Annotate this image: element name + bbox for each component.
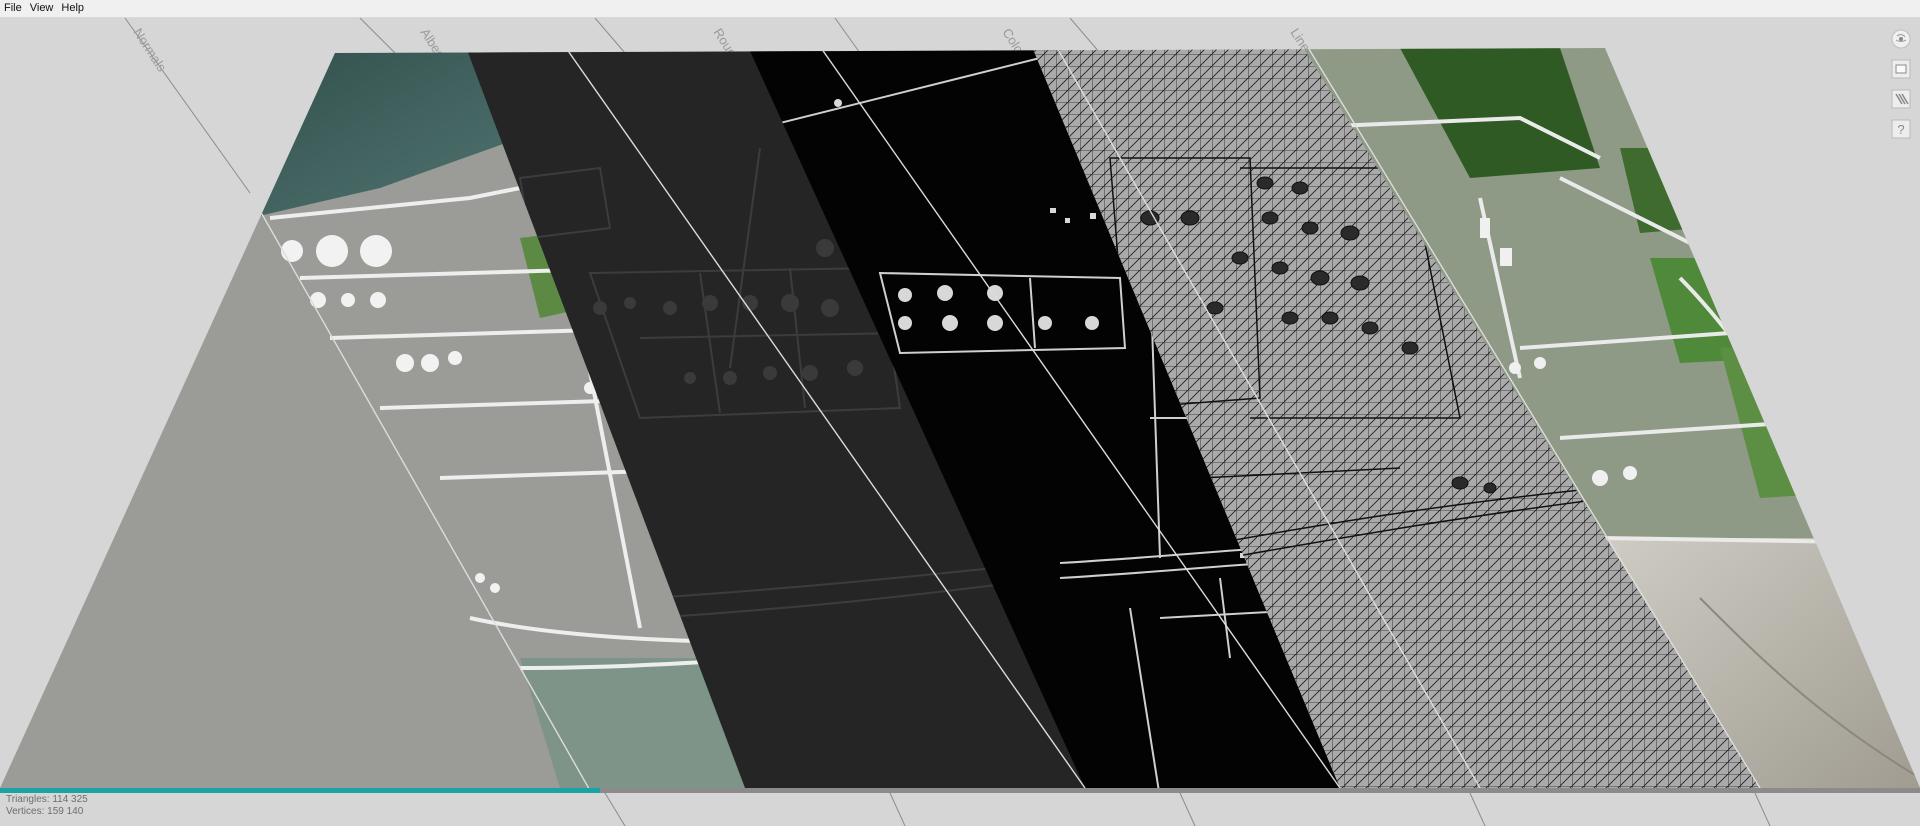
vertices-count: Vertices: 159 140 [6, 806, 84, 817]
globe-icon [1891, 29, 1911, 49]
lines-icon [1891, 89, 1911, 109]
menu-view[interactable]: View [26, 0, 58, 17]
triangles-count: Triangles: 114 325 [6, 794, 88, 805]
menu-bar: File View Help [0, 0, 1920, 18]
svg-text:?: ? [1897, 122, 1904, 137]
viewport-3d[interactable]: Normals Albedo Roughness Colors Lines [0, 18, 1920, 826]
lines-icon-button[interactable] [1890, 88, 1912, 110]
menu-file[interactable]: File [0, 0, 26, 17]
viewport-toolbar: ? [1890, 28, 1912, 140]
menu-help[interactable]: Help [57, 0, 88, 17]
window-icon-button[interactable] [1890, 58, 1912, 80]
window-icon [1891, 59, 1911, 79]
render-stats: Triangles: 114 325 Vertices: 159 140 [6, 794, 88, 818]
help-icon-button[interactable]: ? [1890, 118, 1912, 140]
help-icon: ? [1891, 119, 1911, 139]
globe-icon-button[interactable] [1890, 28, 1912, 50]
band-label-normals: Normals [130, 25, 169, 74]
